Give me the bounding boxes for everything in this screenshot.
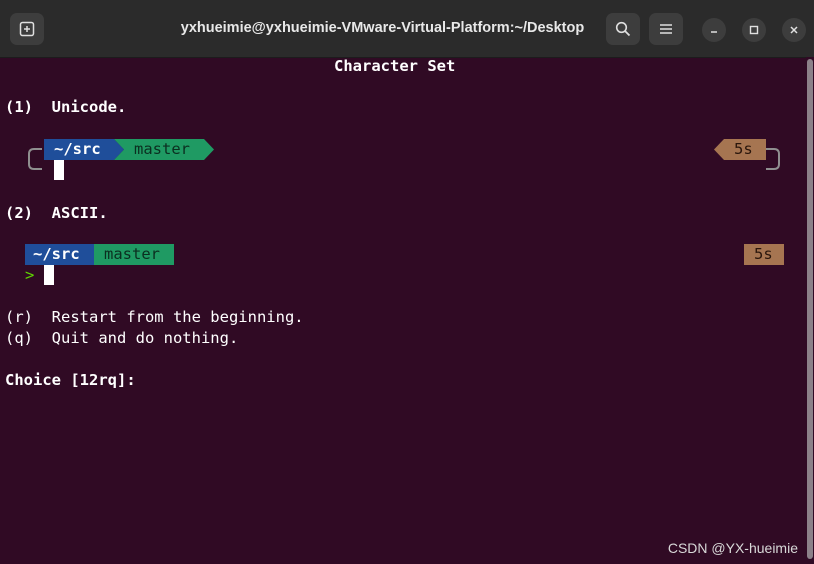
scrollbar[interactable]: [806, 57, 814, 564]
left-frame-bracket: [28, 148, 42, 170]
maximize-button[interactable]: [742, 18, 766, 42]
close-button[interactable]: [782, 18, 806, 42]
search-icon: [615, 21, 631, 37]
close-icon: [790, 26, 798, 34]
unicode-branch-segment: master: [134, 140, 190, 158]
terminal-window: yxhueimie@yxhueimie-VMware-Virtual-Platf…: [0, 0, 814, 564]
wizard-heading: Character Set: [334, 57, 456, 75]
new-tab-icon: [19, 21, 35, 37]
ascii-prompt-char: >: [25, 266, 35, 284]
choice-prompt: Choice [12rq]:: [5, 371, 136, 389]
scrollbar-thumb[interactable]: [807, 59, 813, 559]
search-button[interactable]: [606, 13, 640, 45]
watermark: CSDN @YX-hueimie: [667, 540, 798, 556]
unicode-duration-segment: 5s: [734, 140, 753, 158]
ascii-branch-segment: master: [104, 245, 160, 263]
ascii-duration-segment: 5s: [754, 245, 773, 263]
minimize-icon: [711, 31, 717, 33]
restart-option: (r) Restart from the beginning.: [5, 308, 304, 326]
window-title: yxhueimie@yxhueimie-VMware-Virtual-Platf…: [180, 20, 585, 36]
right-frame-bracket: [766, 148, 780, 170]
maximize-icon: [749, 25, 759, 35]
ascii-dir-segment: ~/src: [33, 245, 80, 263]
unicode-cursor: [54, 160, 64, 180]
terminal-content[interactable]: Character Set (1) Unicode. ~/src master …: [0, 57, 814, 564]
menu-button[interactable]: [649, 13, 683, 45]
hamburger-icon: [660, 24, 672, 34]
unicode-dir-segment: ~/src: [54, 140, 101, 158]
title-bar: yxhueimie@yxhueimie-VMware-Virtual-Platf…: [0, 0, 814, 58]
minimize-button[interactable]: [702, 18, 726, 42]
ascii-cursor: [44, 265, 54, 285]
new-tab-button[interactable]: [10, 13, 44, 45]
quit-option: (q) Quit and do nothing.: [5, 329, 239, 347]
option-ascii-label: (2) ASCII.: [5, 204, 108, 222]
option-unicode-label: (1) Unicode.: [5, 98, 127, 116]
